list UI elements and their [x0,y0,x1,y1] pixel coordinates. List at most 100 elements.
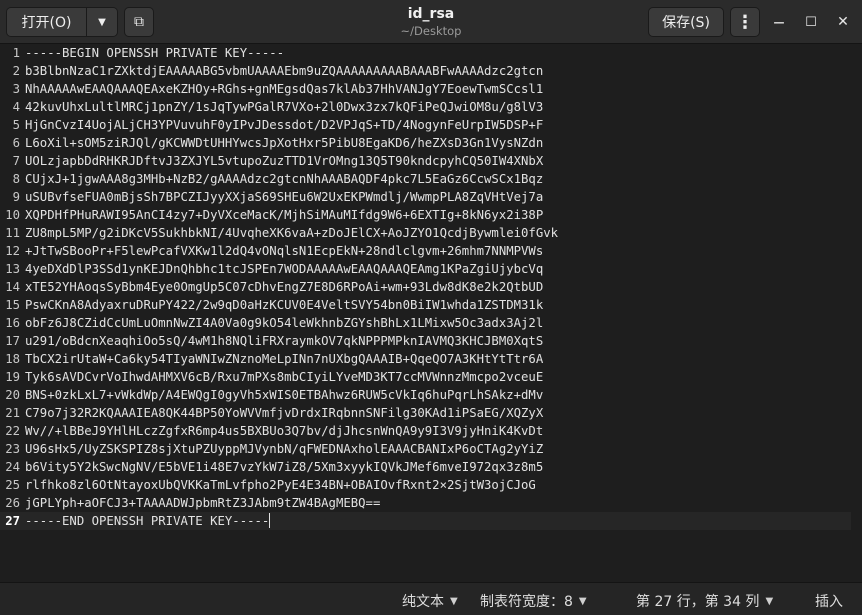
editor-line[interactable]: 22 Wv//+lBBeJ9YHlHLczZgfxR6mp4us5BXBUo3Q7… [0,422,851,440]
editor-line[interactable]: 25 rlfhko8zl6OtNtayoxUbQVKKaTmLvfpho2PyE4… [0,476,851,494]
line-number: 7 [12,154,20,168]
line-text[interactable]: Wv//+lBBeJ9YHlHLczZgfxR6mp4us5BXBUo3Q7bv… [25,422,543,440]
cursor-position-selector[interactable]: 第 27 行，第 34 列 ▼ [636,591,773,611]
editor-line[interactable]: 13 4yeDXdDlP3SSd1ynKEJDnQhbhc1tcJSPEn7WOD… [0,260,851,278]
status-bar: 纯文本 ▼ 制表符宽度：8 ▼ 第 27 行，第 34 列 ▼ 插入 [0,582,862,615]
line-text[interactable]: uSUBvfseFUA0mBjsSh7BPCZIJyyXXjaS69SHEu6W… [25,188,543,206]
editor-line[interactable]: 26 jGPLYph+aOFCJ3+TAAAADWJpbmRtZ3JAbm9tZW… [0,494,851,512]
close-button[interactable]: ✕ [830,9,856,35]
line-text[interactable]: HjGnCvzI4UojALjCH3YPVuvuhF0yIPvJDessdot/… [25,116,543,134]
editor-line[interactable]: 2 b3BlbnNzaC1rZXktdjEAAAAABG5vbmUAAAAEbm9… [0,62,851,80]
editor-line[interactable]: 19 Tyk6sAVDCvrVoIhwdAHMXV6cB/Rxu7mPXs8mbC… [0,368,851,386]
line-text[interactable]: U96sHx5/UyZSKSPIZ8sjXtuPZUyppMJVynbN/qFW… [25,440,543,458]
line-text[interactable]: +JtTwSBooPr+F5lewPcafVXKw1l2dQ4vONqlsN1E… [25,242,543,260]
editor-line[interactable]: 14 xTE52YHAoqsSyBbm4Eye0OmgUp5C07cDhvEngZ… [0,278,851,296]
line-text[interactable]: xTE52YHAoqsSyBbm4Eye0OmgUp5C07cDhvEngZ7E… [25,278,543,296]
line-text[interactable]: -----END OPENSSH PRIVATE KEY----- [25,512,271,530]
line-text[interactable]: CUjxJ+1jgwAAA8g3MHb+NzB2/gAAAAdzc2gtcnNh… [25,170,543,188]
line-text[interactable]: Tyk6sAVDCvrVoIhwdAHMXV6cB/Rxu7mPXs8mbCIy… [25,368,543,386]
editor-line[interactable]: 3 NhAAAAAwEAAQAAAQEAxeKZHOy+RGhs+gnMEgsdQ… [0,80,851,98]
line-text[interactable]: obFz6J8CZidCcUmLuOmnNwZI4A0Va0g9kO54leWk… [25,314,543,332]
editor-line[interactable]: 10 XQPDHfPHuRAWI95AnCI4zy7+DyVXceMacK/Mjh… [0,206,851,224]
line-text[interactable]: C79o7j32R2KQAAAIEA8QK44BP50YoWVVmfjvDrdx… [25,404,543,422]
editor-line[interactable]: 11 ZU8mpL5MP/g2iDKcV5SukhbkNI/4UvqheXK6va… [0,224,851,242]
editor-line[interactable]: 7 UOLzjapbDdRHKRJDftvJ3ZXJYL5vtupoZuzTTD1… [0,152,851,170]
editor-line[interactable]: 23 U96sHx5/UyZSKSPIZ8sjXtuPZUyppMJVynbN/q… [0,440,851,458]
tab-width-label: 制表符宽度：8 [480,594,573,610]
language-label: 纯文本 [402,594,444,610]
line-text[interactable]: rlfhko8zl6OtNtayoxUbQVKKaTmLvfpho2PyE4E3… [25,476,536,494]
editor-line[interactable]: 24 b6Vity5Y2kSwcNgNV/E5bVE1i48E7vzYkW7iZ8… [0,458,851,476]
line-text[interactable]: 4yeDXdDlP3SSd1ynKEJDnQhbhc1tcJSPEn7WODAA… [25,260,543,278]
line-number: 6 [12,136,20,150]
editor-line[interactable]: 21 C79o7j32R2KQAAAIEA8QK44BP50YoWVVmfjvDr… [0,404,851,422]
new-tab-icon: ⧉ [134,14,144,30]
editor-line[interactable]: 9 uSUBvfseFUA0mBjsSh7BPCZIJyyXXjaS69SHEu6… [0,188,851,206]
editor-line[interactable]: 5 HjGnCvzI4UojALjCH3YPVuvuhF0yIPvJDessdot… [0,116,851,134]
line-text[interactable]: BNS+0zkLxL7+vWkdWp/A4EWQgI0gyVh5xWIS0ETB… [25,386,543,404]
minimize-icon: — [773,15,785,29]
line-number: 5 [12,118,20,132]
line-number: 13 [5,262,20,276]
insert-mode-indicator[interactable]: 插入 [815,591,843,611]
editor-line[interactable]: 4 42kuvUhxLultlMRCj1pnZY/1sJqTywPGalR7VXo… [0,98,851,116]
line-text[interactable]: 42kuvUhxLultlMRCj1pnZY/1sJqTywPGalR7VXo+… [25,98,543,116]
line-number: 14 [5,280,20,294]
maximize-button[interactable]: ☐ [798,9,824,35]
line-number: 10 [5,208,20,222]
line-text[interactable]: -----BEGIN OPENSSH PRIVATE KEY----- [25,44,284,62]
line-text[interactable]: XQPDHfPHuRAWI95AnCI4zy7+DyVXceMacK/MjhSi… [25,206,543,224]
editor-line[interactable]: 20 BNS+0zkLxL7+vWkdWp/A4EWQgI0gyVh5xWIS0E… [0,386,851,404]
line-text[interactable]: TbCX2irUtaW+Ca6ky54TIyaWNIwZNznoMeLpINn7… [25,350,543,368]
line-text[interactable]: b6Vity5Y2kSwcNgNV/E5bVE1i48E7vzYkW7iZ8/5… [25,458,543,476]
line-number: 3 [12,82,20,96]
editor-line[interactable]: 12 +JtTwSBooPr+F5lewPcafVXKw1l2dQ4vONqlsN… [0,242,851,260]
line-number: 18 [5,352,20,366]
text-cursor [269,513,271,528]
line-number: 26 [5,496,20,510]
close-icon: ✕ [837,14,849,30]
line-number: 2 [12,64,20,78]
line-text[interactable]: jGPLYph+aOFCJ3+TAAAADWJpbmRtZ3JAbm9tZW4B… [25,494,380,512]
minimize-button[interactable]: — [766,9,792,35]
line-text[interactable]: PswCKnA8AdyaxruDRuPY422/2w9qD0aHzKCUV0E4… [25,296,543,314]
tab-width-selector[interactable]: 制表符宽度：8 ▼ [480,591,587,611]
editor-line[interactable]: 18 TbCX2irUtaW+Ca6ky54TIyaWNIwZNznoMeLpIN… [0,350,851,368]
text-editor-area[interactable]: 1 -----BEGIN OPENSSH PRIVATE KEY----- 2 b3B… [0,44,851,582]
open-recent-dropdown[interactable]: ▼ [87,8,117,36]
line-text[interactable]: u291/oBdcnXeaqhiOo5sQ/4wM1h8NQliFRXraymk… [25,332,543,350]
line-number: 25 [5,478,20,492]
chevron-down-icon: ▼ [450,595,458,607]
line-text[interactable]: L6oXil+sOM5ziRJQl/gKCWWDtUHHYwcsJpXotHxr… [25,134,543,152]
editor-line[interactable]: 6 L6oXil+sOM5ziRJQl/gKCWWDtUHHYwcsJpXotHx… [0,134,851,152]
editor-line[interactable]: 1 -----BEGIN OPENSSH PRIVATE KEY----- [0,44,851,62]
line-text[interactable]: b3BlbnNzaC1rZXktdjEAAAAABG5vbmUAAAAEbm9u… [25,62,543,80]
open-button[interactable]: 打开(O) [7,8,87,36]
maximize-icon: ☐ [805,14,817,30]
line-number: 1 [12,46,20,60]
line-text[interactable]: ZU8mpL5MP/g2iDKcV5SukhbkNI/4UvqheXK6vaA+… [25,224,558,242]
line-number: 19 [5,370,20,384]
cursor-position-label: 第 27 行，第 34 列 [636,594,760,610]
line-text[interactable]: NhAAAAAwEAAQAAAQEAxeKZHOy+RGhs+gnMEgsdQa… [25,80,543,98]
header-left-controls: 打开(O) ▼ ⧉ [6,7,154,37]
editor-line[interactable]: 27 -----END OPENSSH PRIVATE KEY----- [0,512,851,530]
editor-line[interactable]: 15 PswCKnA8AdyaxruDRuPY422/2w9qD0aHzKCUV0… [0,296,851,314]
line-number: 4 [12,100,20,114]
line-text[interactable]: UOLzjapbDdRHKRJDftvJ3ZXJYL5vtupoZuzTTD1V… [25,152,543,170]
editor-line[interactable]: 16 obFz6J8CZidCcUmLuOmnNwZI4A0Va0g9kO54le… [0,314,851,332]
vertical-scrollbar[interactable] [851,44,862,582]
line-number: 8 [12,172,20,186]
main-menu-button[interactable]: ⋮ [730,7,760,37]
line-number: 9 [12,190,20,204]
editor-line[interactable]: 8 CUjxJ+1jgwAAA8g3MHb+NzB2/gAAAAdzc2gtcnN… [0,170,851,188]
language-selector[interactable]: 纯文本 ▼ [402,591,458,611]
chevron-down-icon: ▼ [765,595,774,607]
line-number: 12 [5,244,20,258]
new-tab-button[interactable]: ⧉ [124,7,154,37]
header-bar: 打开(O) ▼ ⧉ id_rsa ~/Desktop 保存(S) ⋮ — ☐ ✕ [0,0,862,44]
editor-line[interactable]: 17 u291/oBdcnXeaqhiOo5sQ/4wM1h8NQliFRXray… [0,332,851,350]
chevron-down-icon: ▼ [578,595,587,607]
save-button[interactable]: 保存(S) [648,7,724,37]
header-right-controls: 保存(S) ⋮ — ☐ ✕ [648,7,856,37]
